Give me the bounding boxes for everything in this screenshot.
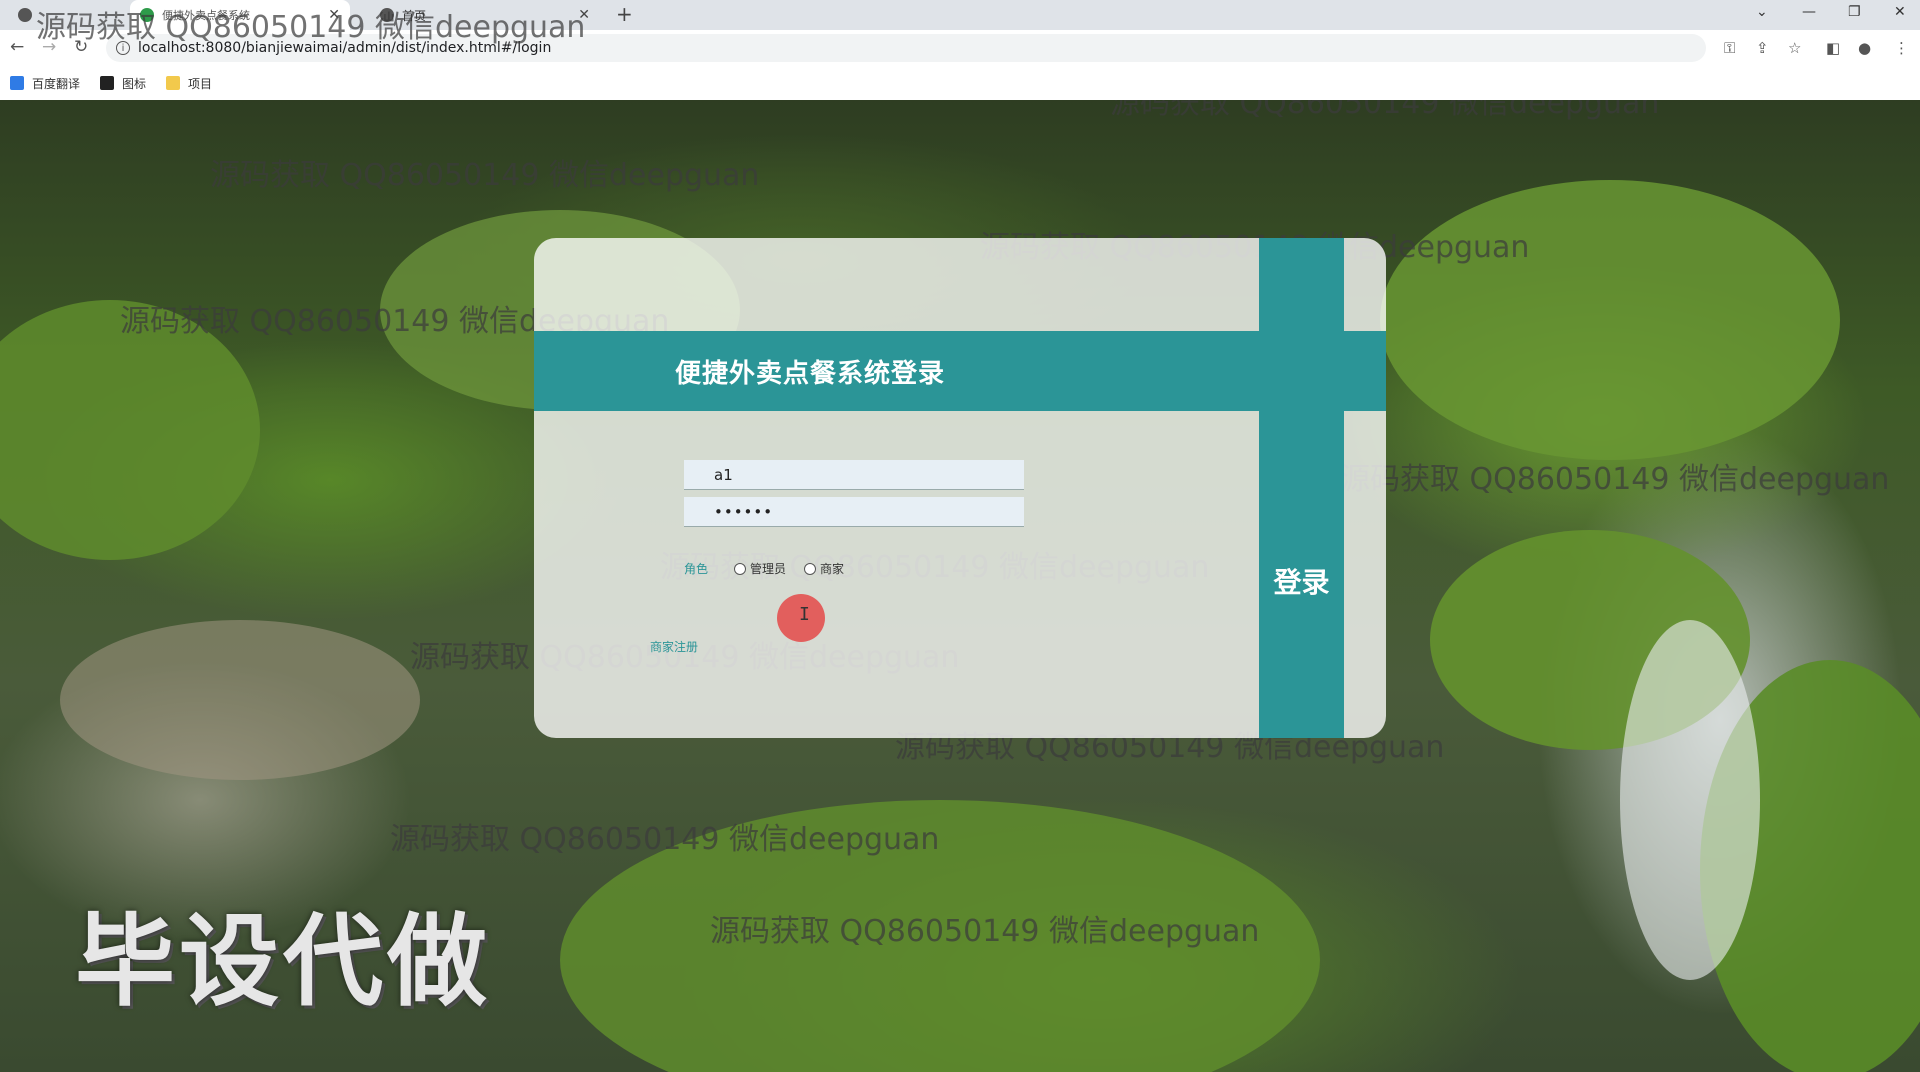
login-card: 便捷外卖点餐系统登录 登录 角色 管理员 商家 商家注册 (534, 238, 1386, 738)
password-input[interactable] (684, 497, 1024, 527)
role-merchant-label[interactable]: 商家 (820, 560, 844, 577)
waterfall (1620, 620, 1760, 980)
watermark: 源码获取 QQ86050149 微信deepguan (36, 10, 586, 45)
watermark: 源码获取 QQ86050149 微信deepguan (1110, 100, 1660, 121)
role-admin-radio[interactable] (734, 562, 747, 575)
watermark: 源码获取 QQ86050149 微信deepguan (1340, 462, 1890, 497)
globe-icon (18, 8, 32, 22)
merchant-register-link[interactable]: 商家注册 (650, 638, 698, 655)
role-selector: 角色 管理员 商家 (684, 560, 862, 577)
star-icon[interactable]: ☆ (1788, 39, 1801, 57)
back-icon[interactable]: ← (10, 37, 24, 57)
close-window-icon[interactable]: ✕ (1894, 4, 1906, 20)
river-stones (60, 620, 420, 780)
bookmark-translate[interactable]: 百度翻译 (10, 75, 80, 92)
login-column (1259, 238, 1344, 738)
watermark: 源码获取 QQ86050149 微信deepguan (390, 822, 940, 857)
minimize-icon[interactable]: — (1802, 4, 1816, 20)
text-cursor-icon: I (799, 604, 810, 625)
folder-icon (166, 76, 181, 90)
watermark: 源码获取 QQ86050149 微信deepguan (710, 914, 1260, 949)
role-admin-label[interactable]: 管理员 (750, 560, 786, 577)
image-icon (100, 76, 115, 90)
role-merchant-radio[interactable] (804, 562, 817, 575)
new-tab-button[interactable]: + (616, 2, 633, 26)
role-label: 角色 (684, 562, 709, 576)
menu-icon[interactable]: ⋮ (1894, 39, 1909, 57)
key-icon[interactable]: ⚿ (1724, 39, 1735, 57)
translate-icon (10, 76, 24, 90)
bookmark-label: 图标 (122, 76, 147, 91)
bookmark-project[interactable]: 项目 (166, 75, 212, 92)
tab-search-icon[interactable]: ⌄ (1756, 4, 1768, 20)
bookmarks-bar: 百度翻译 图标 项目 (0, 66, 1920, 101)
username-input[interactable] (684, 460, 1024, 490)
bookmark-label: 百度翻译 (32, 76, 81, 91)
sidepanel-icon[interactable]: ◧ (1826, 39, 1840, 57)
watermark: 源码获取 QQ86050149 微信deepguan (210, 158, 760, 193)
share-icon[interactable]: ⇪ (1756, 39, 1769, 57)
profile-icon[interactable]: ● (1858, 39, 1871, 57)
login-button[interactable]: 登录 (1259, 556, 1344, 606)
restore-icon[interactable]: ❐ (1848, 4, 1861, 20)
bookmark-label: 项目 (188, 76, 213, 91)
bookmark-icons[interactable]: 图标 (100, 75, 146, 92)
brand-overlay-text: 毕设代做 (75, 903, 491, 1020)
page-title: 便捷外卖点餐系统登录 (674, 358, 945, 389)
